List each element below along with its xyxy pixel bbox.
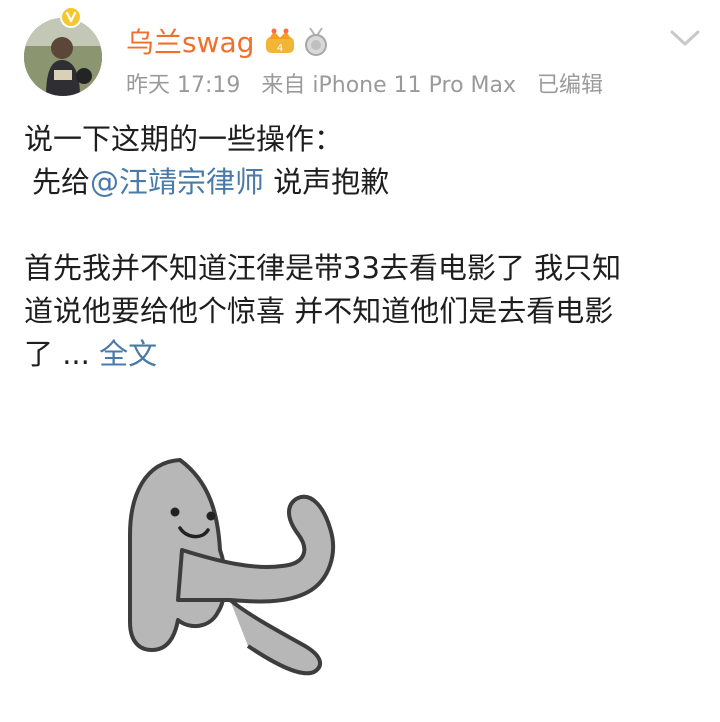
- svg-text:4: 4: [277, 43, 283, 54]
- username[interactable]: 乌兰swag: [126, 26, 254, 60]
- verified-badge-icon: [60, 6, 82, 28]
- edited-label: 已编辑: [537, 73, 604, 98]
- post-paragraph-line-3: 了 ... 全文: [24, 333, 696, 376]
- read-more-link[interactable]: 全文: [99, 337, 157, 371]
- avatar-photo: [24, 18, 102, 96]
- avatar[interactable]: [24, 18, 102, 96]
- mention-link[interactable]: @汪靖宗律师: [90, 165, 264, 199]
- post-line-1: 说一下这期的一些操作：: [24, 122, 344, 156]
- post-content: 说一下这期的一些操作： 先给@汪靖宗律师 说声抱歉 首先我并不知道汪律是带33去…: [24, 118, 696, 376]
- post-line-2: 先给@汪靖宗律师 说声抱歉: [24, 161, 696, 204]
- post-time: 昨天 17:19: [126, 73, 241, 98]
- medal-icon[interactable]: [302, 27, 330, 57]
- crown-vip-icon[interactable]: 4: [264, 27, 296, 57]
- post-meta: 昨天 17:19 来自 iPhone 11 Pro Max 已编辑: [126, 72, 617, 100]
- post-source[interactable]: 来自 iPhone 11 Pro Max: [261, 73, 516, 98]
- avatar-container[interactable]: [24, 6, 102, 96]
- post-paragraph-line-2: 道说他要给他个惊喜 并不知道他们是去看电影: [24, 294, 614, 328]
- line2-suffix: 说声抱歉: [264, 165, 390, 199]
- ellipsis-text: 了 ...: [24, 337, 100, 371]
- chevron-down-icon[interactable]: [668, 26, 702, 50]
- post-paragraph-line-1: 首先我并不知道汪律是带33去看电影了 我只知: [24, 251, 622, 285]
- sticker-image[interactable]: [110, 440, 370, 722]
- line2-prefix: 先给: [32, 165, 91, 199]
- post-header: 乌兰swag 4 昨天 17:19 来自 iPhone 11 Pro Max 已…: [0, 0, 720, 110]
